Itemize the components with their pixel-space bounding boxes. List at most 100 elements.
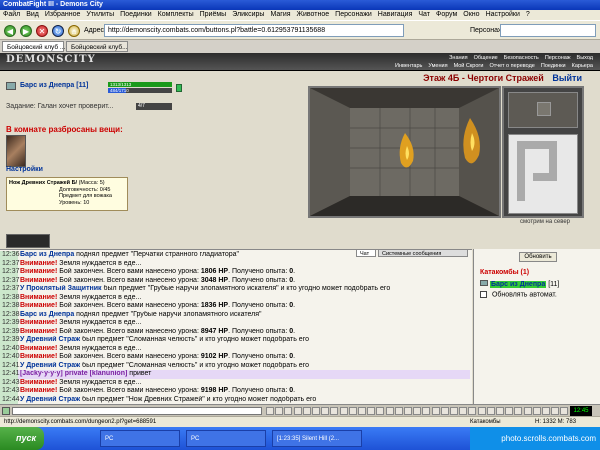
room-member[interactable]: Барс из Днепра [11] [480,280,559,288]
chat-tool-icon[interactable] [302,407,311,415]
chat-tool-icon[interactable] [266,407,274,415]
chat-tool-icon[interactable] [450,407,458,415]
menu-item[interactable]: Вид [23,10,42,20]
chat-tool-icon[interactable] [385,407,394,415]
chat-tool-icon[interactable] [431,407,440,415]
chat-time[interactable]: 12:37 [0,259,20,268]
tab-club-1[interactable]: Бойцовский клуб ... [2,41,65,52]
site-nav-item[interactable]: Выход [574,55,596,61]
persons-select[interactable] [500,24,596,37]
chat-time[interactable]: 12:39 [0,327,20,336]
chat-tool-icon[interactable] [367,407,376,415]
settings-link[interactable]: Настройки [6,166,43,173]
chat-time[interactable]: 12:39 [0,319,20,328]
start-button[interactable]: пуск [0,427,44,450]
taskbar-app-2[interactable]: PC [186,430,266,447]
chat-tool-icon[interactable] [275,407,284,415]
knife-item-icon[interactable] [6,135,26,167]
chat-tool-icon[interactable] [440,407,449,415]
chat-tool-icon[interactable] [542,407,550,415]
taskbar-app-3[interactable]: [1:23:35] Silent Hill (2... [272,430,362,447]
menu-item[interactable]: Комплекты [155,10,197,20]
stop-icon[interactable]: ✕ [36,25,48,37]
dungeon-view[interactable] [308,86,501,218]
chat-tool-icon[interactable] [376,407,385,415]
tab-club-2[interactable]: Бойцовский клуб... [66,41,128,52]
menu-item[interactable]: Поединки [117,10,155,20]
tab-chat[interactable]: Чат [356,249,376,257]
refresh-button[interactable]: Обновить [519,252,557,262]
site-nav-item[interactable]: Общение [471,55,501,61]
chat-time[interactable]: 12:40 [0,344,20,353]
menu-item[interactable]: Персонажи [332,10,375,20]
chat-nick[interactable]: [Jacky·y·y·y] private [klanunion] [20,370,127,377]
back-icon[interactable]: ◀ [4,25,16,37]
chat-time[interactable]: 12:37 [0,285,20,294]
site-nav-item[interactable]: Знания [446,55,471,61]
chat-tool-icon[interactable] [339,407,348,415]
chat-time[interactable]: 12:38 [0,310,20,319]
exit-link[interactable]: Выйти [552,73,582,83]
chat-tool-icon[interactable] [532,407,541,415]
chat-tool-icon[interactable] [496,407,504,415]
chat-time[interactable]: 12:40 [0,353,20,362]
character-name[interactable]: Барс из Днепра [11] [20,82,88,89]
chat-time[interactable]: 12:37 [0,276,20,285]
chat-tool-icon[interactable] [486,407,495,415]
menu-item[interactable]: Эликсиры [229,10,267,20]
home-icon[interactable]: ⌂ [68,25,80,37]
site-subnav-item[interactable]: Инвентарь [392,63,425,69]
chat-nick[interactable]: Барс из Днепра [20,311,74,318]
chat-nick[interactable]: У Древний Страж [20,396,80,403]
menu-item[interactable]: Навигация [375,10,416,20]
site-subnav-item[interactable]: Мой Скроги [451,63,487,69]
chat-tool-icon[interactable] [505,407,514,415]
auto-refresh-checkbox[interactable] [480,291,487,298]
site-nav-item[interactable]: Персонаж [542,55,574,61]
menu-item[interactable]: Магия [267,10,293,20]
chat-tool-icon[interactable] [284,407,293,415]
refresh-icon[interactable]: ↻ [52,25,64,37]
menu-item[interactable]: Приёмы [197,10,230,20]
chat-tool-icon[interactable] [523,407,532,415]
chat-time[interactable]: 12:38 [0,302,20,311]
turn-arrow-icon[interactable] [537,102,551,116]
chat-tool-icon[interactable] [293,407,302,415]
site-subnav-item[interactable]: Поединки [538,63,569,69]
chat-tool-icon[interactable] [551,407,560,415]
site-subnav-item[interactable]: Умения [425,63,450,69]
chat-tool-icon[interactable] [413,407,422,415]
chat-tool-icon[interactable] [394,407,403,415]
menu-item[interactable]: Животное [294,10,333,20]
chat-time[interactable]: 12:44 [0,395,20,404]
chat-time[interactable]: 12:43 [0,378,20,387]
menu-item[interactable]: Избранное [42,10,83,20]
chat-nick[interactable]: У Проклятый Защитник [20,285,102,292]
chat-tool-icon[interactable] [321,407,330,415]
menu-item[interactable]: Файл [0,10,23,20]
auto-refresh[interactable]: Обновлять автомат. [480,291,557,298]
chat-input[interactable] [12,407,262,415]
forward-icon[interactable]: ▶ [20,25,32,37]
chat-tool-icon[interactable] [459,407,468,415]
chat-log[interactable]: 12:36 Барс из Днепра поднял предмет "Пер… [0,249,472,404]
chat-time[interactable]: 12:41 [0,370,20,379]
menu-item[interactable]: Форум [433,10,460,20]
chat-tool-icon[interactable] [312,407,320,415]
chat-tool-icon[interactable] [422,407,431,415]
chat-time[interactable]: 12:36 [0,251,20,260]
menu-item[interactable]: Окно [460,10,482,20]
chat-tool-icon[interactable] [477,407,486,415]
menu-item[interactable]: Утилиты [83,10,117,20]
chat-tool-icon[interactable] [348,407,357,415]
minimap[interactable] [502,86,584,218]
menu-item[interactable]: Настройки [483,10,523,20]
chat-nick[interactable]: У Древний Страж [20,336,80,343]
chat-time[interactable]: 12:39 [0,336,20,345]
chat-time[interactable]: 12:37 [0,268,20,277]
chat-tool-icon[interactable] [560,407,569,415]
menu-item[interactable]: Чат [415,10,433,20]
chat-tool-icon[interactable] [404,407,412,415]
chat-tool-icon[interactable] [358,407,366,415]
info-icon[interactable] [176,84,182,92]
